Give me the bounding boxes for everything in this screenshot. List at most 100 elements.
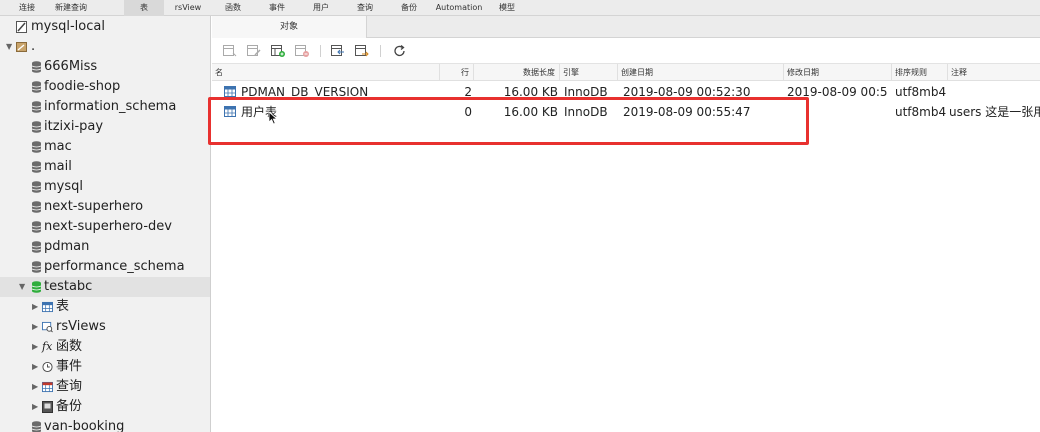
database-icon: [31, 141, 42, 153]
db-item-testabc[interactable]: ▼ testabc: [0, 277, 210, 297]
toolbar-queries[interactable]: 查询: [352, 0, 378, 16]
toolbar-users[interactable]: 用户: [308, 0, 334, 16]
server-node[interactable]: ▼ .: [0, 37, 210, 57]
db-label: foodie-shop: [44, 79, 121, 94]
function-icon: fx: [42, 340, 53, 353]
db-item-performance-schema[interactable]: performance_schema: [0, 257, 210, 277]
grid-header: 名 行 数据长度 引擎 创建日期 修改日期 排序规则 注释: [212, 64, 1040, 81]
clock-icon: [42, 361, 53, 373]
column-header-name[interactable]: 名: [212, 64, 440, 81]
db-item-pdman[interactable]: pdman: [0, 237, 210, 257]
cell-comment: [949, 82, 1040, 102]
database-icon: [31, 201, 42, 213]
tree-item-rsviews[interactable]: ▶ rsViews: [0, 317, 210, 337]
db-label: van-booking: [44, 419, 125, 432]
db-item-foodie-shop[interactable]: foodie-shop: [0, 77, 210, 97]
db-item-mysql[interactable]: mysql: [0, 177, 210, 197]
query-icon: [42, 381, 53, 393]
server-icon: [16, 42, 27, 52]
db-item-next-superhero[interactable]: next-superhero: [0, 197, 210, 217]
toolbar-events[interactable]: 事件: [264, 0, 290, 16]
db-label: next-superhero-dev: [44, 219, 172, 234]
tree-label: 查询: [56, 379, 83, 394]
database-open-icon: [31, 281, 42, 293]
database-icon: [31, 101, 42, 113]
toolbar-separator: [320, 45, 321, 57]
navigation-sidebar: mysql-local ▼ . 666Miss foodie-shop info…: [0, 16, 211, 432]
expand-arrow-down-icon[interactable]: ▼: [6, 37, 12, 57]
refresh-icon[interactable]: [392, 44, 408, 58]
column-header-comment[interactable]: 注释: [948, 64, 1040, 81]
delete-table-icon[interactable]: [294, 44, 310, 58]
cell-collation: utf8mb4: [895, 105, 947, 119]
column-header-modified[interactable]: 修改日期: [784, 64, 892, 81]
expand-arrow-right-icon[interactable]: ▶: [32, 357, 38, 377]
expand-arrow-down-icon[interactable]: ▼: [19, 277, 25, 297]
tree-label: rsViews: [56, 319, 106, 334]
database-icon: [31, 221, 42, 233]
table-icon: [224, 86, 236, 97]
open-table-icon[interactable]: [222, 44, 238, 58]
db-label: testabc: [44, 279, 93, 294]
expand-arrow-right-icon[interactable]: ▶: [32, 337, 38, 357]
db-item-mail[interactable]: mail: [0, 157, 210, 177]
backup-icon: [42, 401, 53, 413]
column-header-collation[interactable]: 排序规则: [892, 64, 948, 81]
view-icon: [42, 321, 53, 333]
tree-item-backup[interactable]: ▶ 备份: [0, 397, 210, 417]
column-header-rows[interactable]: 行: [440, 64, 474, 81]
import-icon[interactable]: [330, 44, 346, 58]
tree-label: 备份: [56, 399, 83, 414]
column-header-engine[interactable]: 引擎: [560, 64, 618, 81]
table-icon: [42, 301, 53, 313]
tree-item-queries[interactable]: ▶ 查询: [0, 377, 210, 397]
db-item-666miss[interactable]: 666Miss: [0, 57, 210, 77]
expand-arrow-right-icon[interactable]: ▶: [32, 317, 38, 337]
db-item-itzixi-pay[interactable]: itzixi-pay: [0, 117, 210, 137]
database-icon: [31, 421, 42, 432]
db-label: mac: [44, 139, 72, 154]
expand-arrow-right-icon[interactable]: ▶: [32, 377, 38, 397]
highlight-box: [208, 97, 809, 145]
tree-item-events[interactable]: ▶ 事件: [0, 357, 210, 377]
toolbar-backup[interactable]: 备份: [396, 0, 422, 16]
db-label: mysql: [44, 179, 83, 194]
tab-bar: 对象: [212, 16, 1040, 38]
database-icon: [31, 261, 42, 273]
cell-comment: users 这是一张用户表: [949, 105, 1040, 119]
db-label: 666Miss: [44, 59, 98, 74]
db-item-mac[interactable]: mac: [0, 137, 210, 157]
toolbar-connect[interactable]: 连接: [14, 0, 40, 16]
toolbar-functions[interactable]: 函数: [220, 0, 246, 16]
main-toolbar: 连接 新建查询 表 rsView 函数 事件 用户 查询 备份 Automati…: [0, 0, 1040, 16]
db-item-information-schema[interactable]: information_schema: [0, 97, 210, 117]
toolbar-tables[interactable]: 表: [124, 0, 164, 16]
design-table-icon[interactable]: [246, 44, 262, 58]
expand-arrow-right-icon[interactable]: ▶: [32, 397, 38, 417]
toolbar-rsview[interactable]: rsView: [170, 0, 206, 16]
database-icon: [31, 161, 42, 173]
expand-arrow-right-icon[interactable]: ▶: [32, 297, 38, 317]
db-label: next-superhero: [44, 199, 144, 214]
toolbar-separator: [380, 45, 381, 57]
db-item-van-booking[interactable]: van-booking: [0, 417, 210, 432]
db-label: mail: [44, 159, 72, 174]
database-icon: [31, 61, 42, 73]
tree-label: 表: [56, 299, 70, 314]
column-header-data-length[interactable]: 数据长度: [474, 64, 560, 81]
connection-label: mysql-local: [31, 19, 105, 34]
column-header-created[interactable]: 创建日期: [618, 64, 784, 81]
tree-item-functions[interactable]: ▶ fx 函数: [0, 337, 210, 357]
db-item-next-superhero-dev[interactable]: next-superhero-dev: [0, 217, 210, 237]
toolbar-automation[interactable]: Automation: [434, 0, 484, 16]
tree-label: 函数: [56, 339, 83, 354]
tree-item-tables[interactable]: ▶ 表: [0, 297, 210, 317]
tree-label: 事件: [56, 359, 83, 374]
db-label: performance_schema: [44, 259, 185, 274]
toolbar-new-query[interactable]: 新建查询: [50, 0, 92, 16]
new-table-icon[interactable]: [270, 44, 286, 58]
tab-objects[interactable]: 对象: [212, 16, 367, 38]
connection-mysql-local[interactable]: mysql-local: [0, 17, 210, 37]
toolbar-model[interactable]: 模型: [494, 0, 520, 16]
export-icon[interactable]: [354, 44, 370, 58]
